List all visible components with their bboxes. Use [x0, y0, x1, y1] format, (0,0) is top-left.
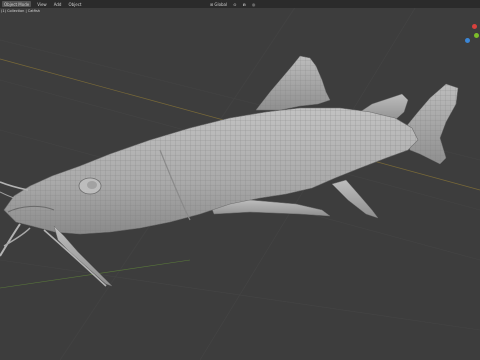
- pivot-icon: ⊙: [233, 1, 237, 7]
- navigation-gizmo[interactable]: [462, 21, 480, 49]
- barbel-lower-long: [43, 229, 107, 287]
- viewport-info-label: (1) Collection | Catfish: [1, 9, 40, 13]
- barbel-whisker: [0, 191, 15, 199]
- pectoral-fin: [53, 225, 113, 287]
- proportional-edit-toggle[interactable]: ◎: [252, 2, 256, 7]
- catfish-mesh: [0, 55, 459, 287]
- menu-object[interactable]: Object: [67, 2, 82, 7]
- mode-label: Object Mode: [4, 1, 30, 7]
- 3d-viewport[interactable]: Object Mode View Add Object ⊞ Global ⊙ ⋒…: [0, 0, 480, 360]
- orientation-icon: ⊞: [210, 1, 214, 7]
- gizmo-y-axis-icon[interactable]: [474, 33, 479, 38]
- menu-view[interactable]: View: [36, 2, 48, 7]
- barbel-upper: [0, 181, 29, 191]
- gizmo-x-axis-icon[interactable]: [472, 24, 477, 29]
- anal-fin: [331, 179, 379, 219]
- barbel-lower-mid: [3, 227, 31, 247]
- menu-add[interactable]: Add: [53, 2, 63, 7]
- transform-orientation-dropdown[interactable]: ⊞ Global: [210, 2, 227, 7]
- transform-controls: ⊞ Global ⊙ ⋒ ◎: [210, 0, 255, 8]
- snap-toggle[interactable]: ⋒: [242, 2, 245, 7]
- proportional-edit-icon: ◎: [251, 1, 256, 7]
- object-mode-dropdown[interactable]: Object Mode: [2, 1, 32, 7]
- magnet-icon: ⋒: [242, 1, 246, 7]
- orientation-label: Global: [214, 1, 228, 7]
- barbel-lower-left: [0, 223, 21, 257]
- gizmo-z-axis-icon[interactable]: [465, 38, 470, 43]
- viewport-canvas[interactable]: [0, 0, 480, 360]
- pivot-point-dropdown[interactable]: ⊙: [233, 2, 236, 7]
